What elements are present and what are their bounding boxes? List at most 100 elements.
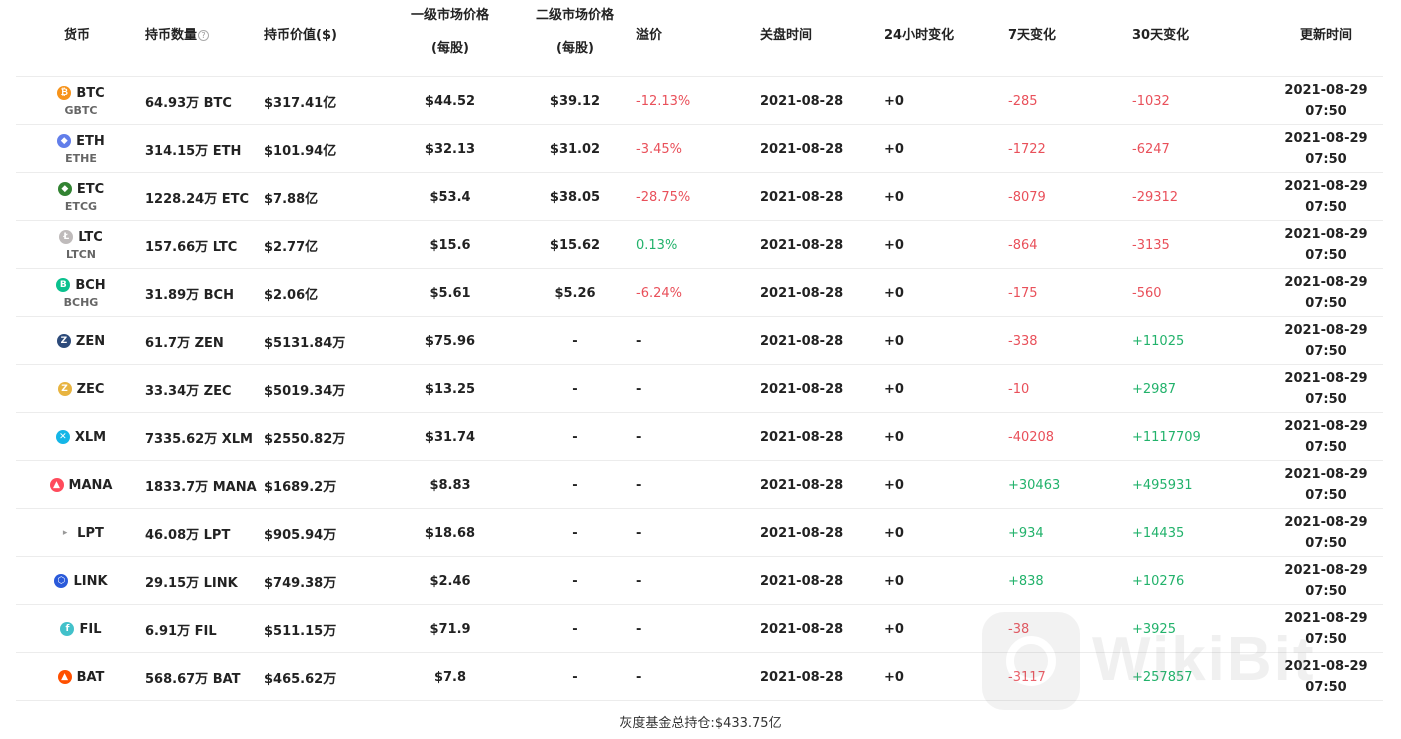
change-30d: +11025 bbox=[1132, 333, 1185, 349]
coin-cell[interactable]: Z ZEC bbox=[16, 365, 146, 413]
update-clock: 07:50 bbox=[1305, 392, 1347, 407]
coin-symbol: MANA bbox=[68, 477, 113, 493]
update-date: 2021-08-29 bbox=[1284, 611, 1368, 626]
header-change-7d: 7天变化 bbox=[1008, 28, 1057, 43]
premium: - bbox=[636, 525, 642, 541]
change-7d: -40208 bbox=[1008, 429, 1055, 445]
coin-cell[interactable]: B BCH BCHG bbox=[16, 269, 146, 317]
table-body: ₿ BTC GBTC 64.93万 BTC $317.41亿 $44.52 $39.12 -1… bbox=[16, 77, 1383, 701]
update-clock: 07:50 bbox=[1305, 488, 1347, 503]
premium: - bbox=[636, 669, 642, 685]
change-7d: -285 bbox=[1008, 93, 1038, 109]
coin-cell[interactable]: ◆ ETC ETCG bbox=[16, 173, 146, 221]
change-24h: +0 bbox=[884, 333, 904, 349]
coin-cell[interactable]: ₿ BTC GBTC bbox=[16, 77, 146, 125]
header-close-time: 关盘时间 bbox=[760, 28, 813, 43]
coin-cell[interactable]: ▲ MANA bbox=[16, 461, 146, 509]
holding-qty: 61.7万 ZEN bbox=[145, 335, 224, 351]
table-row[interactable]: ▸ LPT 46.08万 LPT $905.94万 $18.68 - - 2021-08-28… bbox=[16, 509, 1383, 557]
holding-qty: 29.15万 LINK bbox=[145, 575, 238, 591]
change-24h: +0 bbox=[884, 621, 904, 637]
change-30d: +495931 bbox=[1132, 477, 1193, 493]
change-24h: +0 bbox=[884, 477, 904, 493]
table-row[interactable]: ▲ MANA 1833.7万 MANA $1689.2万 $8.83 - - 2021-08-… bbox=[16, 461, 1383, 509]
help-icon[interactable]: ? bbox=[198, 30, 210, 41]
table-row[interactable]: f FIL 6.91万 FIL $511.15万 $71.9 - - 2021-08-28 +0… bbox=[16, 605, 1383, 653]
table-row[interactable]: B BCH BCHG 31.89万 BCH $2.06亿 $5.61 $5.26 -6.24%… bbox=[16, 269, 1383, 317]
trust-ticker: ETCG bbox=[64, 199, 98, 213]
table-row[interactable]: ⬡ LINK 29.15万 LINK $749.38万 $2.46 - - 2021-08-2… bbox=[16, 557, 1383, 605]
secondary-price: $15.62 bbox=[549, 237, 601, 253]
header-primary-price: 一级市场价格 (每股) bbox=[390, 7, 510, 57]
coin-cell[interactable]: ⬡ LINK bbox=[16, 557, 146, 605]
header-value: 持币价值($) bbox=[264, 28, 337, 43]
close-date: 2021-08-28 bbox=[760, 525, 844, 541]
premium: 0.13% bbox=[636, 237, 678, 253]
primary-price: $8.83 bbox=[429, 477, 471, 493]
change-7d: -864 bbox=[1008, 237, 1038, 253]
table-row[interactable]: ▲ BAT 568.67万 BAT $465.62万 $7.8 - - 2021-08-28 +… bbox=[16, 653, 1383, 701]
update-clock: 07:50 bbox=[1305, 200, 1347, 215]
coin-cell[interactable]: f FIL bbox=[16, 605, 146, 653]
primary-price: $5.61 bbox=[429, 285, 471, 301]
change-30d: -1032 bbox=[1132, 93, 1170, 109]
table-row[interactable]: ₿ BTC GBTC 64.93万 BTC $317.41亿 $44.52 $39.12 -1… bbox=[16, 77, 1383, 125]
holding-value: $465.62万 bbox=[264, 671, 337, 687]
premium: - bbox=[636, 621, 642, 637]
update-time: 2021-08-29 07:50 bbox=[1266, 413, 1386, 461]
coin-cell[interactable]: ▸ LPT bbox=[16, 509, 146, 557]
update-time: 2021-08-29 07:50 bbox=[1266, 125, 1386, 173]
coin-symbol: LINK bbox=[73, 573, 108, 589]
eth-icon: ◆ bbox=[57, 134, 72, 148]
close-date: 2021-08-28 bbox=[760, 429, 844, 445]
holding-qty: 46.08万 LPT bbox=[145, 527, 231, 543]
close-date: 2021-08-28 bbox=[760, 141, 844, 157]
premium: -28.75% bbox=[636, 189, 691, 205]
xlm-icon: ✕ bbox=[55, 430, 70, 444]
update-date: 2021-08-29 bbox=[1284, 563, 1368, 578]
update-time: 2021-08-29 07:50 bbox=[1266, 173, 1386, 221]
bat-icon: ▲ bbox=[57, 670, 72, 684]
change-7d: -3117 bbox=[1008, 669, 1046, 685]
coin-cell[interactable]: ◆ ETH ETHE bbox=[16, 125, 146, 173]
table-row[interactable]: Ł LTC LTCN 157.66万 LTC $2.77亿 $15.6 $15.62 0.13… bbox=[16, 221, 1383, 269]
coin-symbol: BTC bbox=[76, 85, 105, 101]
holding-value: $2.77亿 bbox=[264, 239, 319, 255]
coin-symbol: LTC bbox=[78, 229, 103, 245]
update-time: 2021-08-29 07:50 bbox=[1266, 557, 1386, 605]
change-30d: +1117709 bbox=[1132, 429, 1201, 445]
coin-cell[interactable]: ▲ BAT bbox=[16, 653, 146, 701]
header-secondary-price: 二级市场价格 (每股) bbox=[515, 7, 635, 57]
update-time: 2021-08-29 07:50 bbox=[1266, 653, 1386, 701]
holding-qty: 1228.24万 ETC bbox=[145, 191, 250, 207]
primary-price: $7.8 bbox=[433, 669, 467, 685]
table-row[interactable]: Z ZEN 61.7万 ZEN $5131.84万 $75.96 - - 2021-08-28… bbox=[16, 317, 1383, 365]
close-date: 2021-08-28 bbox=[760, 669, 844, 685]
update-clock: 07:50 bbox=[1305, 152, 1347, 167]
change-7d: -1722 bbox=[1008, 141, 1046, 157]
table-row[interactable]: ◆ ETC ETCG 1228.24万 ETC $7.88亿 $53.4 $38.05 -28… bbox=[16, 173, 1383, 221]
table-header: 货币 持币数量? 持币价值($) 一级市场价格 (每股) 二级市场价格 (每股)… bbox=[16, 0, 1383, 77]
table-row[interactable]: ✕ XLM 7335.62万 XLM $2550.82万 $31.74 - - 2021-08… bbox=[16, 413, 1383, 461]
coin-symbol: ETH bbox=[76, 133, 105, 149]
coin-cell[interactable]: ✕ XLM bbox=[16, 413, 146, 461]
coin-cell[interactable]: Z ZEN bbox=[16, 317, 146, 365]
update-date: 2021-08-29 bbox=[1284, 179, 1368, 194]
link-icon: ⬡ bbox=[54, 574, 69, 588]
header-secondary-price-label: 二级市场价格 bbox=[535, 8, 614, 23]
table-row[interactable]: ◆ ETH ETHE 314.15万 ETH $101.94亿 $32.13 $31.02 -… bbox=[16, 125, 1383, 173]
table-row[interactable]: Z ZEC 33.34万 ZEC $5019.34万 $13.25 - - 2021-08-2… bbox=[16, 365, 1383, 413]
update-clock: 07:50 bbox=[1305, 440, 1347, 455]
update-date: 2021-08-29 bbox=[1284, 419, 1368, 434]
close-date: 2021-08-28 bbox=[760, 189, 844, 205]
change-24h: +0 bbox=[884, 189, 904, 205]
secondary-price: $39.12 bbox=[549, 93, 601, 109]
trust-ticker: ETHE bbox=[65, 151, 97, 165]
primary-price: $75.96 bbox=[424, 333, 476, 349]
change-7d: -38 bbox=[1008, 621, 1030, 637]
coin-cell[interactable]: Ł LTC LTCN bbox=[16, 221, 146, 269]
update-time: 2021-08-29 07:50 bbox=[1266, 461, 1386, 509]
update-date: 2021-08-29 bbox=[1284, 131, 1368, 146]
change-30d: +3925 bbox=[1132, 621, 1176, 637]
change-7d: +934 bbox=[1008, 525, 1044, 541]
